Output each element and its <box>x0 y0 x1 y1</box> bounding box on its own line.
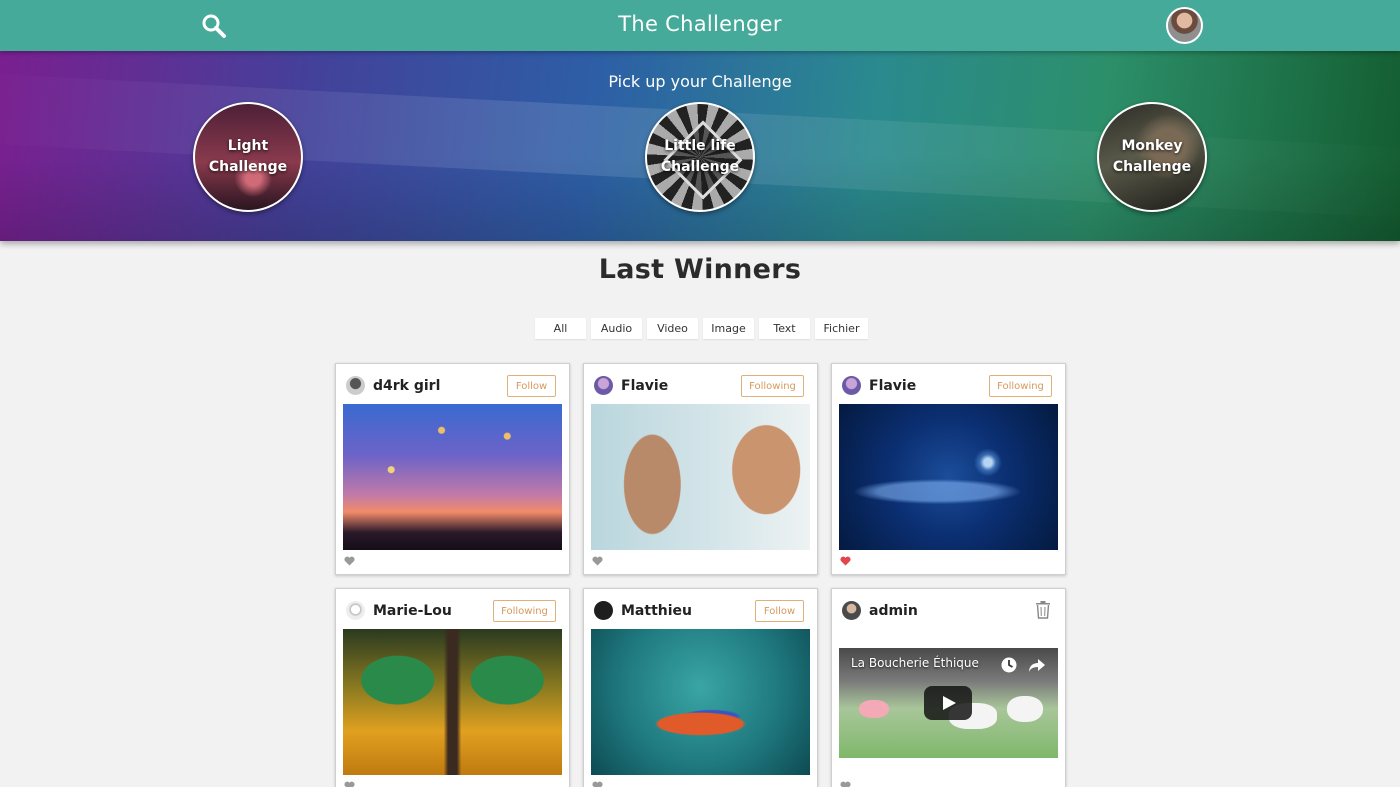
play-button[interactable] <box>924 686 972 720</box>
card-header: Matthieu <box>594 601 692 620</box>
challenge-little-life[interactable]: Little life Challenge <box>645 102 755 212</box>
following-button[interactable]: Following <box>741 375 804 397</box>
card-header: admin <box>842 601 918 620</box>
card-header: d4rk girl <box>346 376 440 395</box>
video-embed[interactable]: La Boucherie Éthique <box>839 648 1058 758</box>
heart-icon-liked[interactable] <box>840 556 851 566</box>
card-header: Flavie <box>842 376 916 395</box>
user-avatar-icon[interactable] <box>346 601 365 620</box>
top-bar: The Challenger <box>0 0 1400 51</box>
card-username[interactable]: Flavie <box>869 378 916 394</box>
follow-button[interactable]: Follow <box>507 375 556 397</box>
user-avatar-icon[interactable] <box>842 376 861 395</box>
following-button[interactable]: Following <box>493 600 556 622</box>
heart-icon[interactable] <box>344 556 355 566</box>
filter-video[interactable]: Video <box>647 318 698 339</box>
winner-card: d4rk girl Follow <box>335 363 570 575</box>
challenge-label: Monkey Challenge <box>1112 138 1192 175</box>
video-title[interactable]: La Boucherie Éthique <box>851 656 979 670</box>
filter-fichier[interactable]: Fichier <box>815 318 868 339</box>
user-avatar-icon[interactable] <box>594 376 613 395</box>
winner-card: Matthieu Follow <box>583 588 818 787</box>
challenge-light[interactable]: Light Challenge <box>193 102 303 212</box>
card-username[interactable]: Flavie <box>621 378 668 394</box>
challenge-banner: Pick up your Challenge Light Challenge L… <box>0 51 1400 241</box>
video-thumbnail-sheep <box>1007 696 1043 722</box>
card-header: Flavie <box>594 376 668 395</box>
user-avatar-icon[interactable] <box>346 376 365 395</box>
winner-card: Flavie Following <box>831 363 1066 575</box>
heart-icon[interactable] <box>592 781 603 787</box>
challenge-label: Light Challenge <box>208 138 288 175</box>
card-username[interactable]: admin <box>869 603 918 619</box>
winner-card: Marie-Lou Following <box>335 588 570 787</box>
card-username[interactable]: Marie-Lou <box>373 603 452 619</box>
filter-text[interactable]: Text <box>759 318 810 339</box>
card-image[interactable] <box>591 629 810 775</box>
card-image[interactable] <box>343 629 562 775</box>
share-icon[interactable] <box>1028 656 1046 674</box>
challenge-monkey[interactable]: Monkey Challenge <box>1097 102 1207 212</box>
filter-audio[interactable]: Audio <box>591 318 642 339</box>
card-image[interactable] <box>839 404 1058 550</box>
heart-icon[interactable] <box>840 781 851 787</box>
heart-icon[interactable] <box>344 781 355 787</box>
follow-button[interactable]: Follow <box>755 600 804 622</box>
heart-icon[interactable] <box>592 556 603 566</box>
banner-tagline: Pick up your Challenge <box>608 72 792 91</box>
trash-icon[interactable] <box>1035 601 1051 619</box>
watch-later-icon[interactable] <box>1000 656 1018 674</box>
card-username[interactable]: d4rk girl <box>373 378 440 394</box>
filter-bar: All Audio Video Image Text Fichier <box>535 318 868 339</box>
challenge-label: Little life Challenge <box>660 138 740 175</box>
filter-all[interactable]: All <box>535 318 586 339</box>
card-header: Marie-Lou <box>346 601 452 620</box>
card-image[interactable] <box>343 404 562 550</box>
user-avatar-icon[interactable] <box>842 601 861 620</box>
card-username[interactable]: Matthieu <box>621 603 692 619</box>
section-heading: Last Winners <box>598 254 802 285</box>
following-button[interactable]: Following <box>989 375 1052 397</box>
filter-image[interactable]: Image <box>703 318 754 339</box>
card-image[interactable] <box>591 404 810 550</box>
video-thumbnail-pig <box>859 700 889 718</box>
user-avatar[interactable] <box>1166 7 1203 44</box>
winner-card: admin La Boucherie Éthique <box>831 588 1066 787</box>
winner-card: Flavie Following <box>583 363 818 575</box>
user-avatar-icon[interactable] <box>594 601 613 620</box>
